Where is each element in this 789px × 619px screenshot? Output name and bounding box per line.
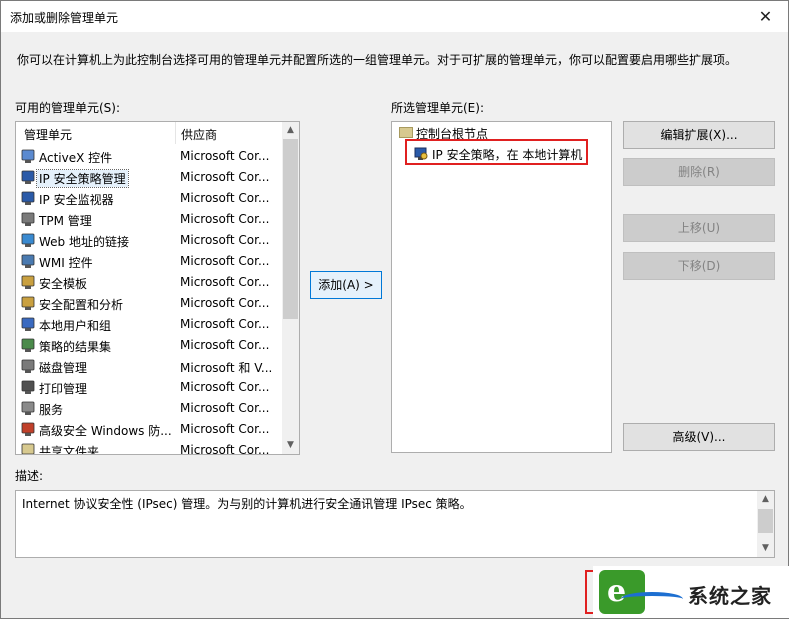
move-down-button[interactable]: 下移(D) xyxy=(623,252,775,280)
web-link-icon xyxy=(21,233,36,248)
snapin-name: 高级安全 Windows 防... xyxy=(39,424,172,438)
firewall-icon xyxy=(21,422,36,437)
red-highlight-box xyxy=(405,139,588,165)
snapin-vendor: Microsoft Cor... xyxy=(180,170,270,184)
snapin-row[interactable]: 本地用户和组 Microsoft Cor... xyxy=(16,314,282,335)
folder-icon xyxy=(399,127,413,138)
snapin-name: ActiveX 控件 xyxy=(39,151,113,165)
snapin-row[interactable]: IP 安全监视器 Microsoft Cor... xyxy=(16,188,282,209)
snapin-vendor: Microsoft Cor... xyxy=(180,401,270,415)
watermark: e 系统之家 xyxy=(593,566,789,618)
snapin-vendor: Microsoft Cor... xyxy=(180,338,270,352)
services-icon xyxy=(21,401,36,416)
description-text: Internet 协议安全性 (IPsec) 管理。为与别的计算机进行安全通讯管… xyxy=(22,497,472,511)
column-header-name[interactable]: 管理单元 xyxy=(24,126,72,143)
add-remove-snapin-dialog: 添加或删除管理单元 ✕ 你可以在计算机上为此控制台选择可用的管理单元并配置所选的… xyxy=(0,0,789,619)
snapin-name: 服务 xyxy=(39,403,64,417)
snapin-vendor: Microsoft 和 V... xyxy=(180,361,273,375)
snapin-vendor: Microsoft Cor... xyxy=(180,233,270,247)
snapin-name: 策略的结果集 xyxy=(39,340,112,354)
description-box: Internet 协议安全性 (IPsec) 管理。为与别的计算机进行安全通讯管… xyxy=(15,490,775,558)
watermark-swoosh-icon xyxy=(621,592,683,606)
edit-extensions-button[interactable]: 编辑扩展(X)... xyxy=(623,121,775,149)
rsop-icon xyxy=(21,338,36,353)
scroll-thumb[interactable] xyxy=(758,509,773,533)
snapin-vendor: Microsoft Cor... xyxy=(180,380,270,394)
column-header-vendor[interactable]: 供应商 xyxy=(181,126,217,143)
selected-snapins-label: 所选管理单元(E): xyxy=(391,101,484,115)
scroll-up-arrow-icon[interactable]: ▲ xyxy=(282,122,299,139)
ip-security-monitor-icon xyxy=(21,191,36,206)
snapin-name: 打印管理 xyxy=(39,382,88,396)
wmi-icon xyxy=(21,254,36,269)
scroll-up-arrow-icon[interactable]: ▲ xyxy=(757,491,774,508)
snapin-vendor: Microsoft Cor... xyxy=(180,149,270,163)
advanced-button[interactable]: 高级(V)... xyxy=(623,423,775,451)
move-up-button[interactable]: 上移(U) xyxy=(623,214,775,242)
snapin-name: IP 安全策略管理 xyxy=(36,169,129,188)
snapin-vendor: Microsoft Cor... xyxy=(180,254,270,268)
description-scrollbar[interactable]: ▲ ▼ xyxy=(757,491,774,557)
available-list-scrollbar[interactable]: ▲ ▼ xyxy=(282,122,299,454)
local-users-icon xyxy=(21,317,36,332)
snapin-row[interactable]: TPM 管理 Microsoft Cor... xyxy=(16,209,282,230)
security-config-icon xyxy=(21,296,36,311)
snapin-name: 磁盘管理 xyxy=(39,361,88,375)
tpm-icon xyxy=(21,212,36,227)
intro-description: 你可以在计算机上为此控制台选择可用的管理单元并配置所选的一组管理单元。对于可扩展… xyxy=(17,53,738,67)
column-separator[interactable] xyxy=(175,122,176,144)
security-template-icon xyxy=(21,275,36,290)
snapin-row[interactable]: IP 安全策略管理 Microsoft Cor... xyxy=(16,167,282,188)
selected-snapins-tree[interactable]: 控制台根节点 IP 安全策略，在 本地计算机 xyxy=(391,121,612,453)
snapin-name: WMI 控件 xyxy=(39,256,93,270)
snapin-row[interactable]: Web 地址的链接 Microsoft Cor... xyxy=(16,230,282,251)
close-button[interactable]: ✕ xyxy=(743,1,788,32)
snapin-vendor: Microsoft Cor... xyxy=(180,191,270,205)
scroll-thumb[interactable] xyxy=(283,139,298,319)
available-snapins-label: 可用的管理单元(S): xyxy=(15,101,121,115)
snapin-row[interactable]: 安全配置和分析 Microsoft Cor... xyxy=(16,293,282,314)
print-management-icon xyxy=(21,380,36,395)
ip-security-policy-icon xyxy=(21,170,36,185)
snapin-vendor: Microsoft Cor... xyxy=(180,443,270,455)
snapin-name: TPM 管理 xyxy=(39,214,92,228)
snapin-name: Web 地址的链接 xyxy=(39,235,129,249)
snapin-vendor: Microsoft Cor... xyxy=(180,212,270,226)
remove-button[interactable]: 删除(R) xyxy=(623,158,775,186)
snapin-vendor: Microsoft Cor... xyxy=(180,422,270,436)
description-label: 描述: xyxy=(15,469,44,483)
snapin-row[interactable]: 高级安全 Windows 防... Microsoft Cor... xyxy=(16,419,282,440)
snapin-vendor: Microsoft Cor... xyxy=(180,317,270,331)
snapin-row[interactable]: ActiveX 控件 Microsoft Cor... xyxy=(16,146,282,167)
watermark-text: 系统之家 xyxy=(688,584,772,608)
dialog-title: 添加或删除管理单元 xyxy=(10,11,119,25)
available-snapins-list[interactable]: 管理单元 供应商 ActiveX 控件 Microsoft Cor... IP 安全… xyxy=(15,121,300,455)
disk-management-icon xyxy=(21,359,36,374)
scroll-down-arrow-icon[interactable]: ▼ xyxy=(757,540,774,557)
snapin-row[interactable]: WMI 控件 Microsoft Cor... xyxy=(16,251,282,272)
title-bar: 添加或删除管理单元 ✕ xyxy=(1,1,788,32)
snapin-row[interactable]: 共享文件夹 Microsoft Cor... xyxy=(16,440,282,455)
snapin-row[interactable]: 策略的结果集 Microsoft Cor... xyxy=(16,335,282,356)
snapin-row[interactable]: 安全模板 Microsoft Cor... xyxy=(16,272,282,293)
snapin-name: 安全配置和分析 xyxy=(39,298,124,312)
snapin-name: 安全模板 xyxy=(39,277,88,291)
snapin-vendor: Microsoft Cor... xyxy=(180,275,270,289)
add-button[interactable]: 添加(A) > xyxy=(310,271,382,299)
snapin-vendor: Microsoft Cor... xyxy=(180,296,270,310)
snapin-name: IP 安全监视器 xyxy=(39,193,114,207)
snapin-row[interactable]: 服务 Microsoft Cor... xyxy=(16,398,282,419)
shared-folder-icon xyxy=(21,443,36,454)
activex-icon xyxy=(21,149,36,164)
snapin-row[interactable]: 磁盘管理 Microsoft 和 V... xyxy=(16,356,282,377)
snapin-row[interactable]: 打印管理 Microsoft Cor... xyxy=(16,377,282,398)
snapin-name: 本地用户和组 xyxy=(39,319,112,333)
snapin-name: 共享文件夹 xyxy=(39,445,100,455)
scroll-down-arrow-icon[interactable]: ▼ xyxy=(282,437,299,454)
list-header: 管理单元 供应商 xyxy=(16,122,299,144)
